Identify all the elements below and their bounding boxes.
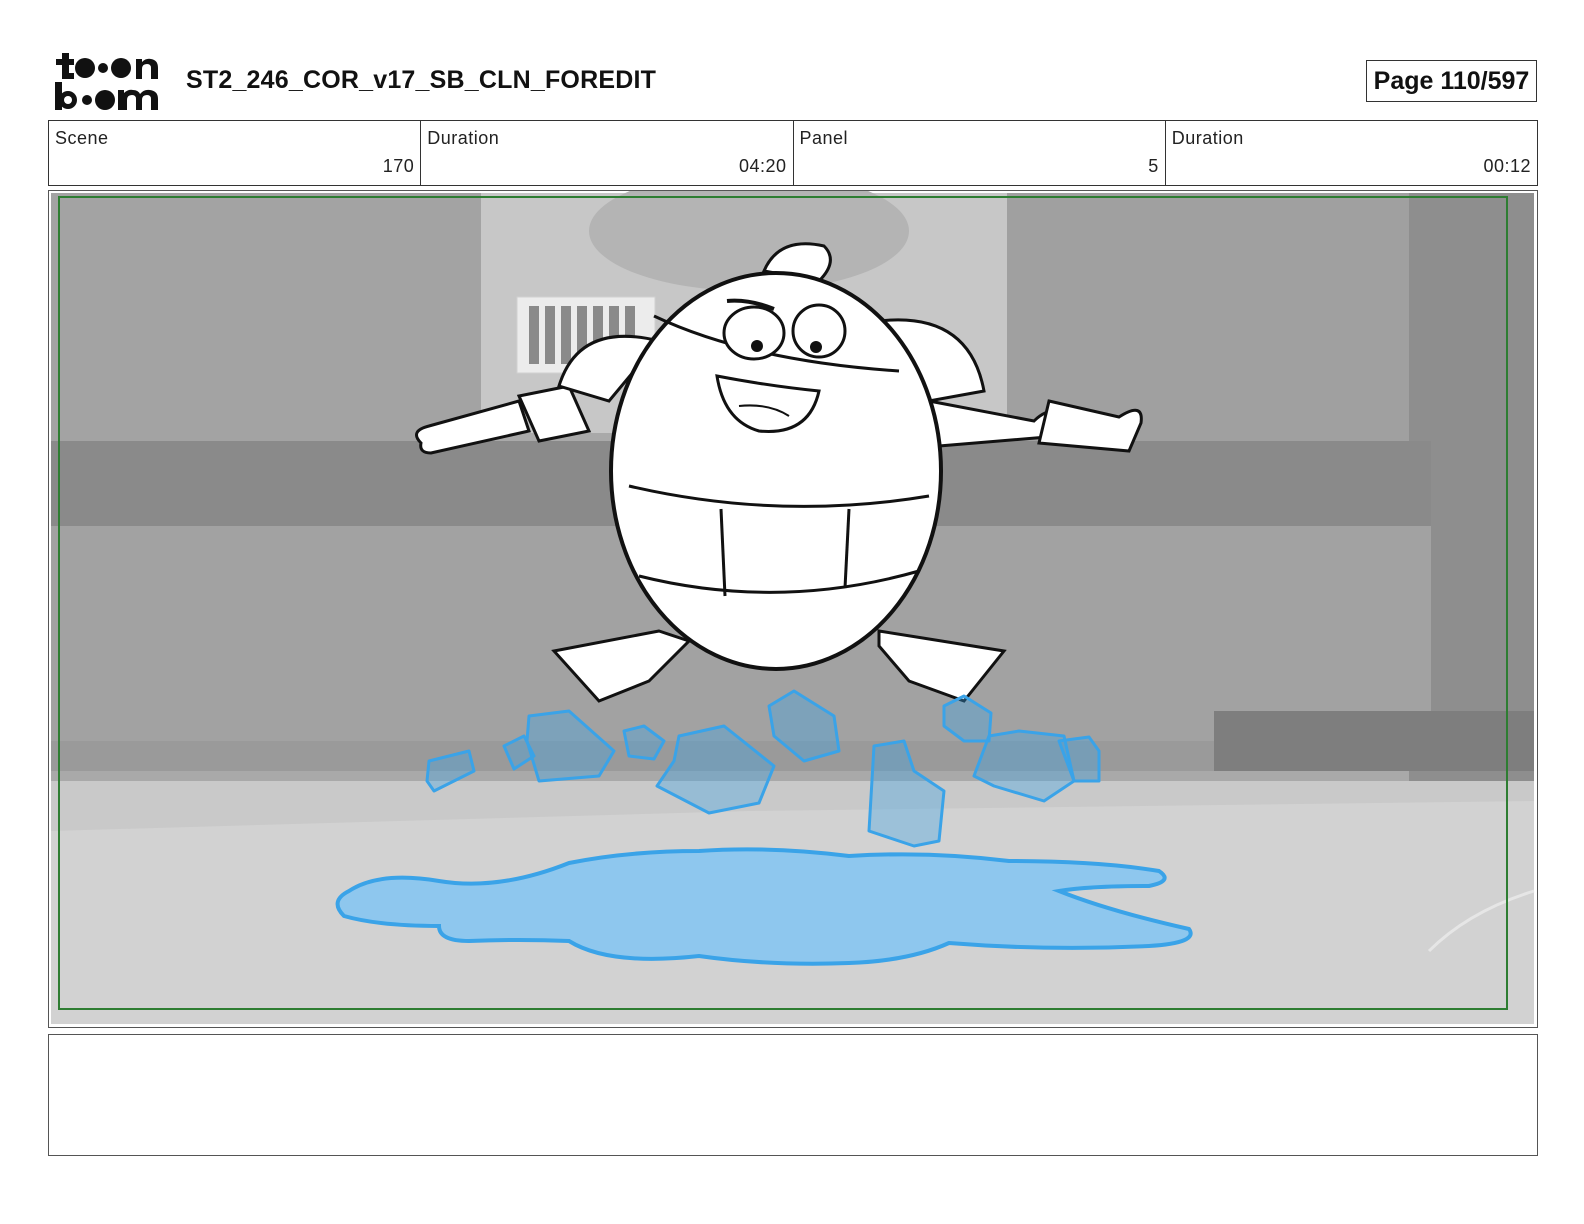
scene-info-table: Scene 170 Duration 04:20 Panel 5 Duratio… xyxy=(48,120,1538,186)
scene-duration-value: 04:20 xyxy=(738,156,787,176)
panel-notes-box xyxy=(48,1034,1538,1156)
panel-label: Panel xyxy=(799,128,849,148)
scene-value: 170 xyxy=(382,156,415,176)
storyboard-drawing xyxy=(51,191,1535,1024)
page-indicator: Page 110/597 xyxy=(1366,60,1537,102)
panel-value: 5 xyxy=(1148,156,1159,176)
scene-duration-cell: Duration 04:20 xyxy=(421,121,794,185)
panel-duration-value: 00:12 xyxy=(1483,156,1531,176)
scene-label: Scene xyxy=(55,128,109,148)
document-title: ST2_246_COR_v17_SB_CLN_FOREDIT xyxy=(186,66,657,94)
panel-cell: Panel 5 xyxy=(794,121,1166,185)
scene-cell: Scene 170 xyxy=(49,121,422,185)
storyboard-panel xyxy=(48,190,1538,1028)
panel-duration-cell: Duration 00:12 xyxy=(1166,121,1537,185)
scene-duration-label: Duration xyxy=(427,128,500,148)
toon-boom-logo-icon xyxy=(55,53,158,110)
toon-boom-logo xyxy=(52,50,164,112)
panel-duration-label: Duration xyxy=(1171,128,1244,148)
